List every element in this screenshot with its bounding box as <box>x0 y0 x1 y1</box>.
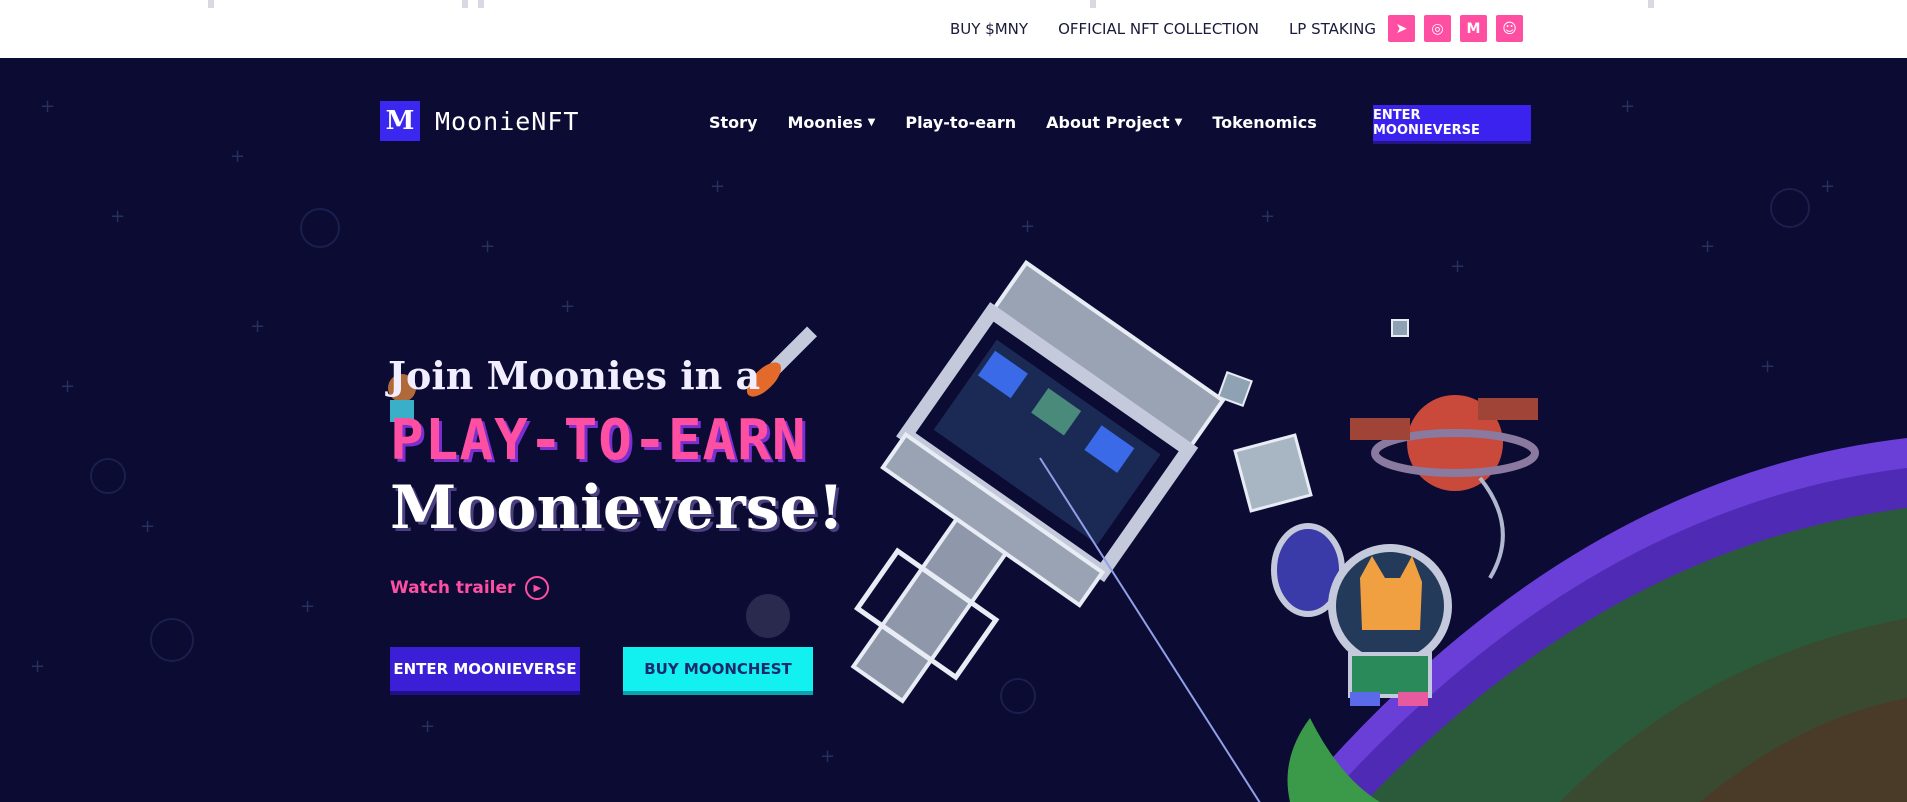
chevron-down-icon: ▼ <box>867 117 876 128</box>
star-icon: + <box>480 236 496 257</box>
nav-play-to-earn-label: Play-to-earn <box>905 113 1017 132</box>
nav-story[interactable]: Story <box>709 113 757 132</box>
star-icon: + <box>300 596 316 617</box>
enter-moonieverse-button[interactable]: ENTER MOONIEVERSE <box>390 647 580 691</box>
hero-headline-line3: Moonieverse! <box>390 473 844 543</box>
medium-icon[interactable]: M <box>1460 15 1487 42</box>
buy-mny-link[interactable]: BUY $MNY <box>950 18 1028 40</box>
logo-text: MoonieNFT <box>435 106 580 136</box>
star-icon: + <box>1620 96 1636 117</box>
star-icon: + <box>110 206 126 227</box>
floating-cubes <box>1217 319 1409 513</box>
play-icon: ▶ <box>525 576 550 600</box>
star-icon: + <box>1820 176 1836 197</box>
main-nav: Story Moonies ▼ Play-to-earn About Proje… <box>709 113 1347 132</box>
red-planet <box>1350 395 1539 491</box>
hero-headline-highlight: PLAY-TO-EARN <box>390 408 807 473</box>
star-icon: + <box>30 656 46 677</box>
star-icon: + <box>1260 206 1276 227</box>
buy-moonchest-button[interactable]: BUY MOONCHEST <box>623 647 813 691</box>
astronaut-cat <box>1271 476 1505 802</box>
star-icon: + <box>1700 236 1716 257</box>
star-icon: + <box>1880 436 1896 457</box>
instagram-icon[interactable]: ◎ <box>1424 15 1451 42</box>
hero-section: + + + + + + + + + + + + + + + + + + + + … <box>0 58 1907 802</box>
star-icon: + <box>710 176 726 197</box>
top-divider <box>1090 0 1096 8</box>
discord-icon[interactable]: ☺ <box>1496 15 1523 42</box>
galaxy-swirl <box>300 208 340 248</box>
nav-tokenomics-label: Tokenomics <box>1212 113 1317 132</box>
nav-about-project[interactable]: About Project ▼ <box>1046 113 1182 132</box>
star-icon: + <box>820 746 836 767</box>
galaxy-swirl <box>1000 678 1036 714</box>
space-station <box>850 259 1226 704</box>
hero-headline-line1: Join Moonies in a <box>388 353 761 398</box>
nav-tokenomics[interactable]: Tokenomics <box>1212 113 1316 132</box>
telegram-icon[interactable]: ➤ <box>1388 15 1415 42</box>
star-icon: + <box>1450 256 1466 277</box>
planet-surface <box>1293 438 1907 802</box>
space-illustration <box>388 259 1907 802</box>
nav-play-to-earn[interactable]: Play-to-earn <box>905 113 1016 132</box>
enter-moonieverse-nav-button[interactable]: ENTER MOONIEVERSE <box>1373 105 1531 141</box>
top-divider <box>462 0 468 8</box>
top-bar: BUY $MNY OFFICIAL NFT COLLECTION LP STAK… <box>0 0 1907 58</box>
top-divider <box>1648 0 1654 8</box>
galaxy-swirl <box>90 458 126 494</box>
star-icon: + <box>40 96 56 117</box>
nav-moonies-label: Moonies <box>787 113 863 132</box>
logo-mark: M <box>380 101 420 141</box>
star-icon: + <box>1020 216 1036 237</box>
nav-story-label: Story <box>709 113 758 132</box>
galaxy-swirl <box>150 618 194 662</box>
lp-staking-link[interactable]: LP STAKING <box>1289 18 1376 40</box>
site-logo[interactable]: M MoonieNFT <box>380 101 579 141</box>
chevron-down-icon: ▼ <box>1174 117 1183 128</box>
top-links: BUY $MNY OFFICIAL NFT COLLECTION LP STAK… <box>950 18 1406 40</box>
watch-trailer-label: Watch trailer <box>390 578 516 598</box>
star-icon: + <box>250 316 266 337</box>
social-links: ➤ ◎ M ☺ <box>1388 15 1523 42</box>
top-divider <box>478 0 484 8</box>
moon-orb <box>746 594 790 638</box>
top-divider <box>208 0 214 8</box>
nav-moonies[interactable]: Moonies ▼ <box>787 113 875 132</box>
star-icon: + <box>140 516 156 537</box>
star-icon: + <box>420 716 436 737</box>
galaxy-swirl <box>1770 188 1810 228</box>
star-icon: + <box>1760 356 1776 377</box>
nav-about-project-label: About Project <box>1046 113 1170 132</box>
watch-trailer-link[interactable]: Watch trailer ▶ <box>390 576 550 600</box>
nft-collection-link[interactable]: OFFICIAL NFT COLLECTION <box>1058 18 1259 40</box>
star-icon: + <box>560 296 576 317</box>
star-icon: + <box>60 376 76 397</box>
star-icon: + <box>230 146 246 167</box>
